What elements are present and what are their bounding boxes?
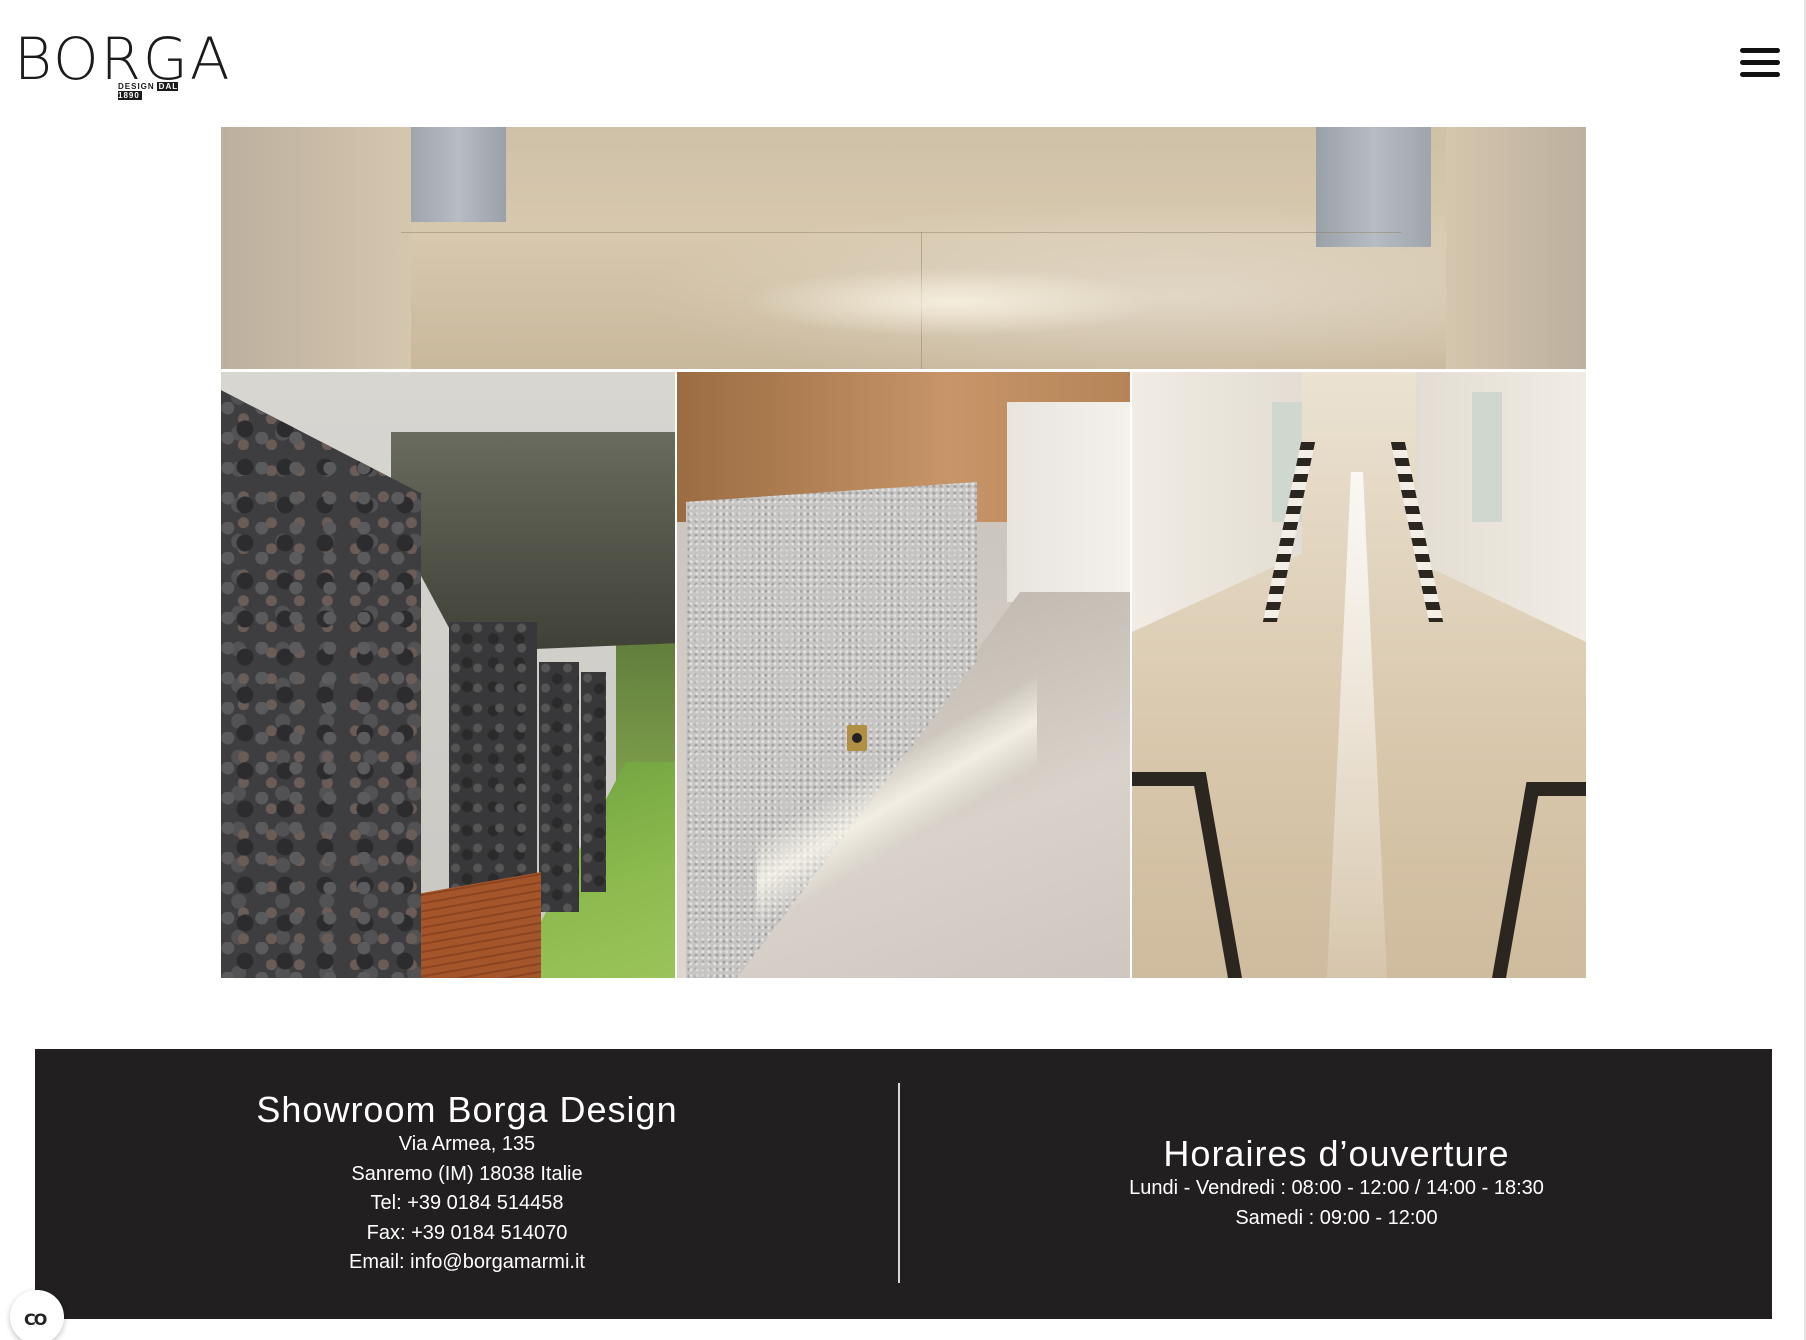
cookie-consent-button[interactable]: CO xyxy=(10,1290,64,1340)
showroom-phone[interactable]: Tel: +39 0184 514458 xyxy=(35,1189,899,1219)
logo[interactable]: BORGA DESIGN DAL 1890 xyxy=(14,30,230,100)
marble-floor-image[interactable] xyxy=(221,127,1586,369)
marble-corridor-image[interactable] xyxy=(1132,372,1586,978)
menu-bar xyxy=(1740,60,1780,65)
opening-hours: Horaires d’ouverture Lundi - Vendredi : … xyxy=(901,1049,1772,1319)
hamburger-menu-icon[interactable] xyxy=(1740,46,1780,80)
logo-subtitle: DESIGN DAL 1890 xyxy=(118,82,204,100)
hours-title: Horaires d’ouverture xyxy=(1163,1133,1510,1174)
logo-wordmark: BORGA xyxy=(14,25,232,93)
showroom-email[interactable]: Email: info@borgamarmi.it xyxy=(35,1248,899,1278)
hours-weekdays: Lundi - Vendredi : 08:00 - 12:00 / 14:00… xyxy=(1129,1177,1544,1200)
plaster-wall-image[interactable] xyxy=(677,372,1130,978)
page: BORGA DESIGN DAL 1890 Showroom Borga Des… xyxy=(0,0,1806,1340)
site-footer: Showroom Borga Design Via Armea, 135 San… xyxy=(35,1049,1772,1319)
menu-bar xyxy=(1740,48,1780,53)
showroom-title: Showroom Borga Design xyxy=(256,1089,678,1130)
showroom-city: Sanremo (IM) 18038 Italie xyxy=(351,1162,583,1185)
footer-divider xyxy=(898,1083,900,1283)
lava-stone-wall-image[interactable] xyxy=(221,372,675,978)
showroom-info: Showroom Borga Design Via Armea, 135 San… xyxy=(35,1049,899,1319)
showroom-address: Via Armea, 135 xyxy=(398,1133,536,1156)
hours-saturday: Samedi : 09:00 - 12:00 xyxy=(1235,1206,1438,1229)
menu-bar xyxy=(1740,72,1780,77)
logo-design-text: DESIGN xyxy=(118,82,155,91)
cookie-consent-icon: CO xyxy=(24,1310,47,1329)
wall-socket xyxy=(847,725,867,751)
site-header: BORGA DESIGN DAL 1890 xyxy=(0,0,1806,126)
showroom-fax: Fax: +39 0184 514070 xyxy=(366,1221,568,1244)
